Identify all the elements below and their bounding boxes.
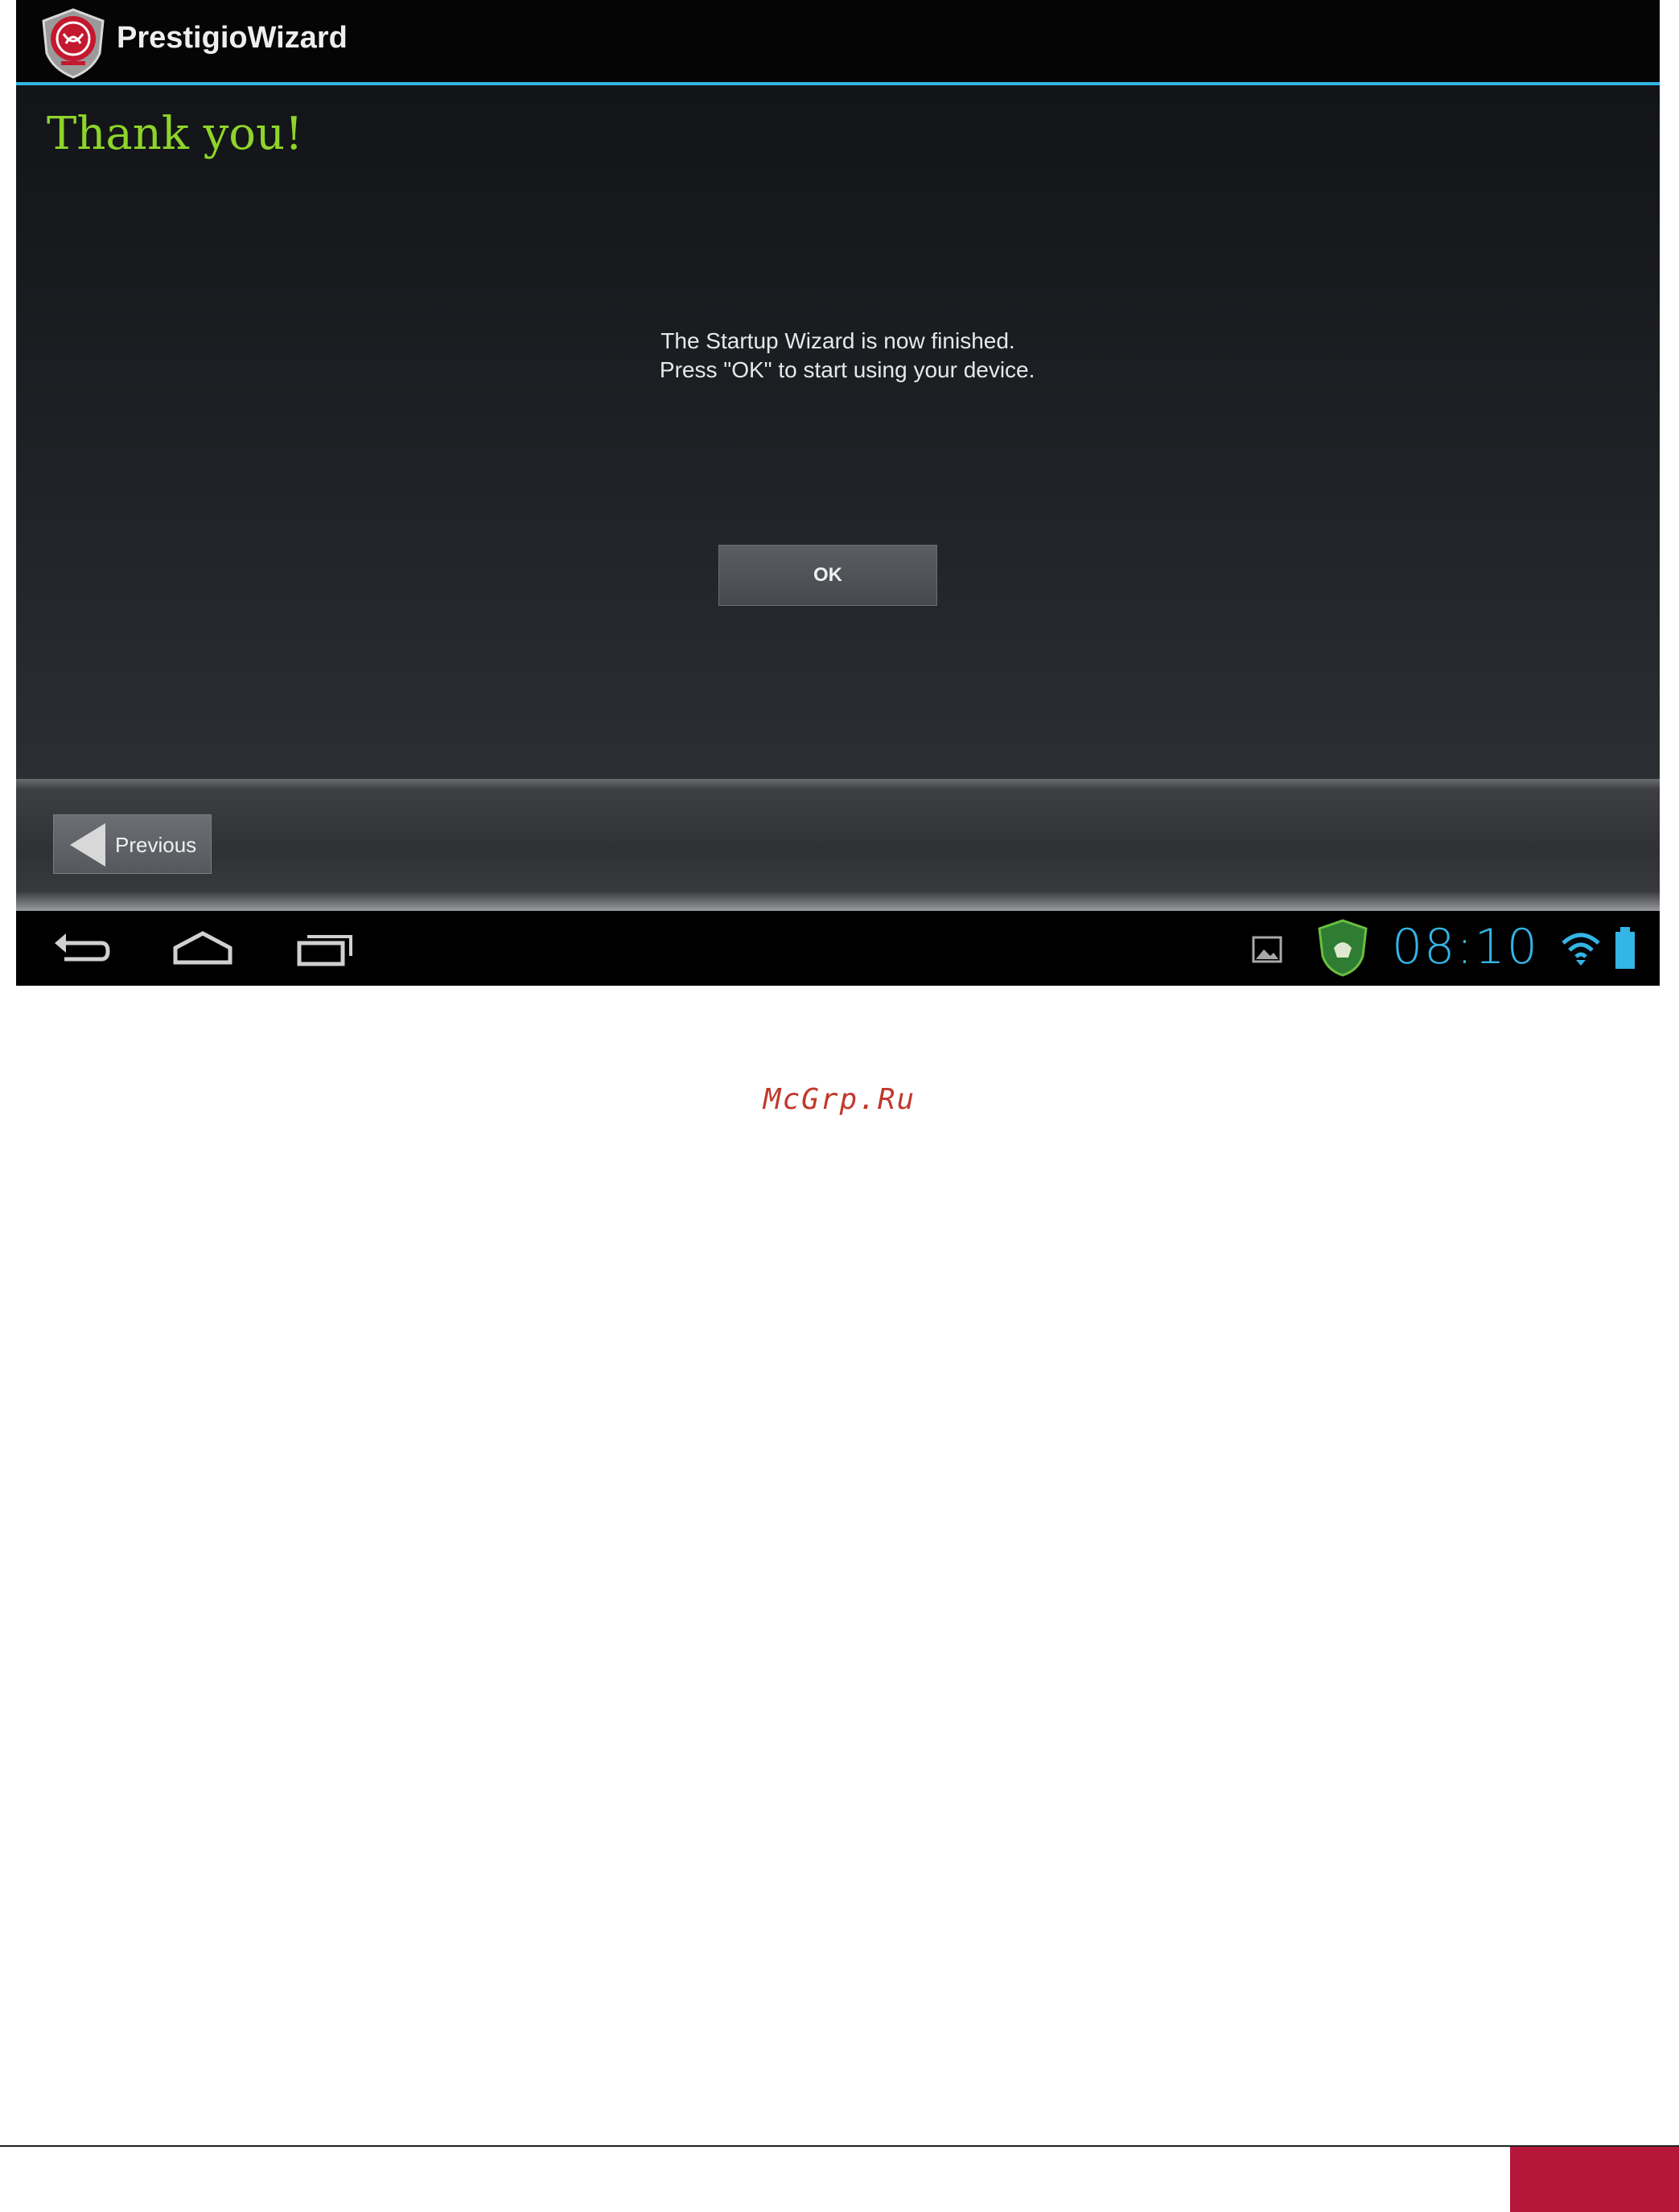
system-bar: 08:10	[16, 911, 1660, 986]
back-icon[interactable]	[48, 921, 113, 977]
battery-icon	[1615, 927, 1635, 969]
watermark-text: McGrp.Ru	[763, 1083, 916, 1116]
app-title: PrestigioWizard	[117, 21, 348, 55]
action-bar: PrestigioWizard	[16, 0, 1660, 85]
finish-message: The Startup Wizard is now finished. Pres…	[16, 327, 1660, 385]
recent-apps-icon[interactable]	[294, 921, 359, 977]
tablet-screen: PrestigioWizard Thank you! The Startup W…	[16, 0, 1660, 986]
finish-message-line-2: Press "OK" to start using your device.	[640, 357, 1035, 382]
wifi-icon	[1562, 933, 1600, 966]
page-title: Thank you!	[47, 108, 303, 160]
wizard-navigation-bar: Previous	[16, 779, 1660, 911]
arrow-left-icon	[70, 823, 105, 867]
wizard-content: Thank you! The Startup Wizard is now fin…	[16, 85, 1660, 779]
status-clock: 08:10	[1392, 919, 1539, 975]
prestigio-logo-icon	[42, 8, 105, 79]
ok-button[interactable]: OK	[718, 545, 937, 606]
footer-brand-block	[1510, 2147, 1679, 2212]
previous-button-label: Previous	[115, 833, 197, 857]
previous-button[interactable]: Previous	[53, 814, 212, 874]
gallery-icon	[1252, 936, 1282, 963]
finish-message-line-1: The Startup Wizard is now finished.	[660, 328, 1015, 353]
home-icon[interactable]	[171, 921, 235, 977]
footer-divider	[0, 2145, 1679, 2147]
shield-icon	[1318, 919, 1368, 977]
